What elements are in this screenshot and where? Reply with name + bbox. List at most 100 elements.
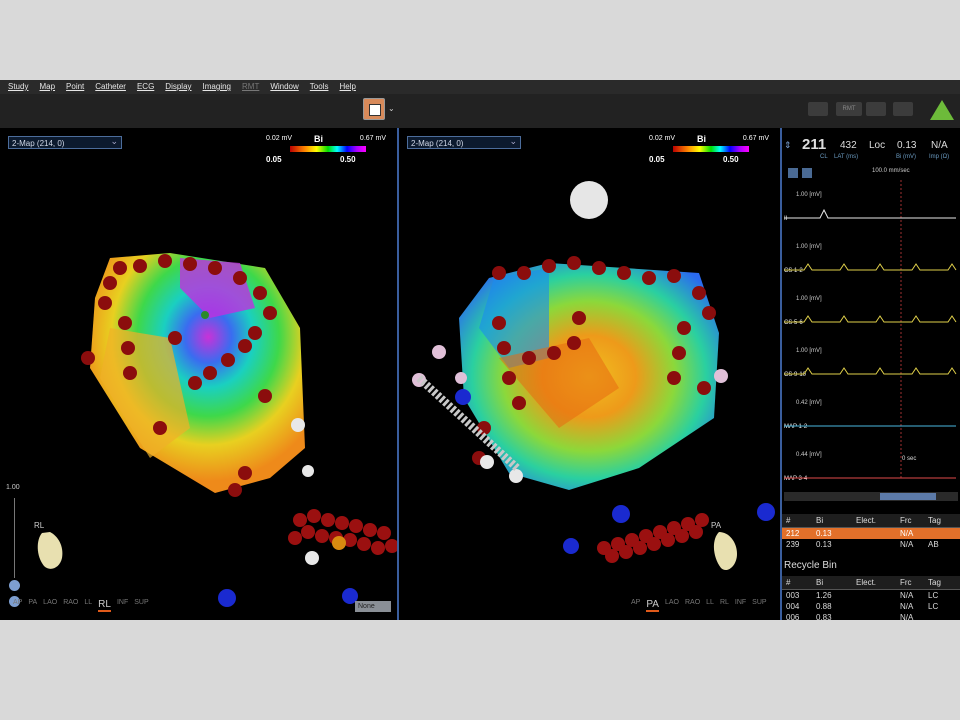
cell-tag: LC <box>928 602 939 611</box>
tab-pa[interactable]: PA <box>28 599 37 612</box>
col-frc[interactable]: Frc <box>900 514 928 527</box>
tab-ap[interactable]: AP <box>13 599 22 612</box>
table-row[interactable]: 004 0.88 N/A LC <box>782 601 960 612</box>
scroll-thumb[interactable] <box>880 493 936 500</box>
ecg-settings-icon[interactable] <box>788 168 798 178</box>
view-tabs: AP PA LAO RAO LL RL INF SUP <box>13 599 149 612</box>
cell-frc: N/A <box>900 591 914 600</box>
points-table-header: # Bi Elect. Frc Tag <box>782 514 960 528</box>
menu-point[interactable]: Point <box>66 80 84 94</box>
toolbar: ⌄ RMT <box>0 94 960 129</box>
channel-name: MAP 1-2 <box>784 424 808 430</box>
snapshot-button[interactable] <box>363 98 385 120</box>
menu-tools[interactable]: Tools <box>310 80 329 94</box>
cell-elect <box>856 528 900 539</box>
menu-ecg[interactable]: ECG <box>137 80 154 94</box>
tab-rl[interactable]: RL <box>98 599 111 612</box>
channel-name: CS 9-10 <box>784 372 807 378</box>
tab-ap[interactable]: AP <box>631 599 640 612</box>
left-3d-view[interactable]: 2-Map (214, 0) 0.02 mV Bi 0.67 mV 0.05 0… <box>0 128 399 620</box>
table-row[interactable]: 239 0.13 N/A AB <box>782 539 960 550</box>
cell-tag <box>928 528 948 539</box>
channel-gain: 1.00 [mV] <box>796 296 822 302</box>
zoom-in-button[interactable] <box>9 580 20 591</box>
cell-frc: N/A <box>900 613 914 620</box>
right-3d-view[interactable]: 2-Map (214, 0) 0.02 mV Bi 0.67 mV 0.05 0… <box>399 128 782 620</box>
cell-bi: 0.88 <box>816 602 832 611</box>
ecg-trace <box>784 367 957 375</box>
cell-frc: N/A <box>900 529 914 538</box>
bi-label: Bi (mV) <box>896 154 916 160</box>
menu-rmt: RMT <box>242 82 260 91</box>
cell-tag <box>928 612 948 620</box>
menu-catheter[interactable]: Catheter <box>95 80 126 94</box>
tab-lao[interactable]: LAO <box>665 599 679 612</box>
cell-elect <box>856 539 900 550</box>
view-tabs: AP PA LAO RAO LL RL INF SUP <box>631 599 767 612</box>
table-row[interactable]: 003 1.26 N/A LC <box>782 590 960 601</box>
catheter-icon[interactable] <box>808 102 828 116</box>
tab-sup[interactable]: SUP <box>134 599 148 612</box>
app-window: Study Map Point Catheter ECG Display Ima… <box>0 80 960 620</box>
table-row[interactable]: 006 0.83 N/A <box>782 612 960 620</box>
tab-ll[interactable]: LL <box>706 599 714 612</box>
menu-bar: Study Map Point Catheter ECG Display Ima… <box>0 80 960 94</box>
col-frc[interactable]: Frc <box>900 576 928 589</box>
ecg-scrollbar[interactable] <box>784 492 958 501</box>
menu-study[interactable]: Study <box>8 80 28 94</box>
col-number[interactable]: # <box>782 514 816 527</box>
zoom-slider[interactable]: 1.00 <box>6 484 22 607</box>
cell-num: 212 <box>786 529 800 538</box>
menu-map[interactable]: Map <box>39 80 55 94</box>
menu-help[interactable]: Help <box>339 80 355 94</box>
impedance-value: N/A <box>931 140 948 151</box>
channel-name: CS 5-6 <box>784 320 803 326</box>
table-row[interactable]: 212 0.13 N/A <box>782 528 960 539</box>
expand-icon[interactable]: ⇕ <box>784 140 792 151</box>
rmt-icon[interactable]: RMT <box>836 102 862 116</box>
sweep-speed: 100.0 mm/sec <box>872 168 910 174</box>
tab-lao[interactable]: LAO <box>43 599 57 612</box>
tab-sup[interactable]: SUP <box>752 599 766 612</box>
col-tag[interactable]: Tag <box>928 576 948 589</box>
cell-num: 006 <box>786 613 800 620</box>
menu-window[interactable]: Window <box>270 80 298 94</box>
tab-inf[interactable]: INF <box>735 599 746 612</box>
tab-pa[interactable]: PA <box>646 599 659 612</box>
cell-bi: 1.26 <box>816 591 832 600</box>
channel-gain: 0.44 [mV] <box>796 452 822 458</box>
ecg-panel: ⇕ 211 CL 432 LAT (ms) Loc 0.13 Bi (mV) N… <box>782 128 960 620</box>
ecg-traces[interactable]: 1.00 [mV] II 1.00 [mV] CS 1-2 1.00 [mV] CS 5-… <box>782 180 960 490</box>
menu-display[interactable]: Display <box>165 80 191 94</box>
tab-inf[interactable]: INF <box>117 599 128 612</box>
tab-rao[interactable]: RAO <box>63 599 78 612</box>
col-elect[interactable]: Elect. <box>856 576 900 589</box>
channel-gain: 1.00 [mV] <box>796 192 822 198</box>
search-icon[interactable] <box>893 102 913 116</box>
impedance-label: Imp (Ω) <box>929 154 950 160</box>
col-bi[interactable]: Bi <box>816 514 856 527</box>
col-elect[interactable]: Elect. <box>856 514 900 527</box>
chevron-down-icon[interactable]: ⌄ <box>388 104 395 113</box>
cell-tag: AB <box>928 540 939 549</box>
tab-rl[interactable]: RL <box>720 599 729 612</box>
lat-label: LAT (ms) <box>834 154 859 160</box>
menu-imaging[interactable]: Imaging <box>203 80 231 94</box>
cell-bi: 0.13 <box>816 529 832 538</box>
cell-elect <box>856 601 900 612</box>
col-tag[interactable]: Tag <box>928 514 948 527</box>
channel-name: CS 1-2 <box>784 268 803 274</box>
tool-icon[interactable] <box>866 102 886 116</box>
channel-gain: 0.42 [mV] <box>796 400 822 406</box>
tab-ll[interactable]: LL <box>84 599 92 612</box>
ecg-freeze-icon[interactable] <box>802 168 812 178</box>
overlay-select[interactable]: None <box>355 601 391 612</box>
bi-value: 0.13 <box>897 140 917 151</box>
tab-rao[interactable]: RAO <box>685 599 700 612</box>
ecg-trace <box>784 208 956 219</box>
points-table: # Bi Elect. Frc Tag 212 0.13 N/A 239 0.1… <box>782 514 960 550</box>
col-bi[interactable]: Bi <box>816 576 856 589</box>
cell-frc: N/A <box>900 602 914 611</box>
col-number[interactable]: # <box>782 576 816 589</box>
ecg-trace <box>784 315 957 323</box>
